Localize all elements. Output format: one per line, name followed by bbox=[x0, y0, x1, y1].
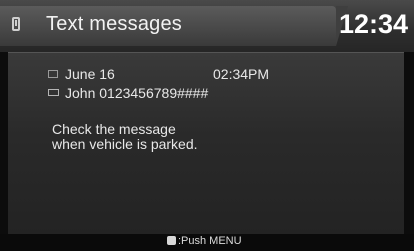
menu-button-icon bbox=[167, 236, 176, 245]
message-date: June 16 bbox=[65, 66, 115, 82]
footer-hint: :Push MENU bbox=[178, 235, 242, 247]
message-body: Check the message when vehicle is parked… bbox=[52, 121, 198, 152]
screen: Text messages 12:34 June 16 02:34PM John… bbox=[0, 0, 414, 251]
phone-icon bbox=[12, 17, 20, 31]
message-sender: John 0123456789#### bbox=[65, 85, 209, 101]
clock: 12:34 bbox=[338, 9, 408, 39]
message-icon bbox=[48, 89, 59, 96]
message-time: 02:34PM bbox=[213, 66, 270, 82]
page-title: Text messages bbox=[46, 13, 182, 35]
header-bar: Text messages 12:34 bbox=[0, 0, 414, 52]
calendar-icon bbox=[48, 70, 58, 78]
